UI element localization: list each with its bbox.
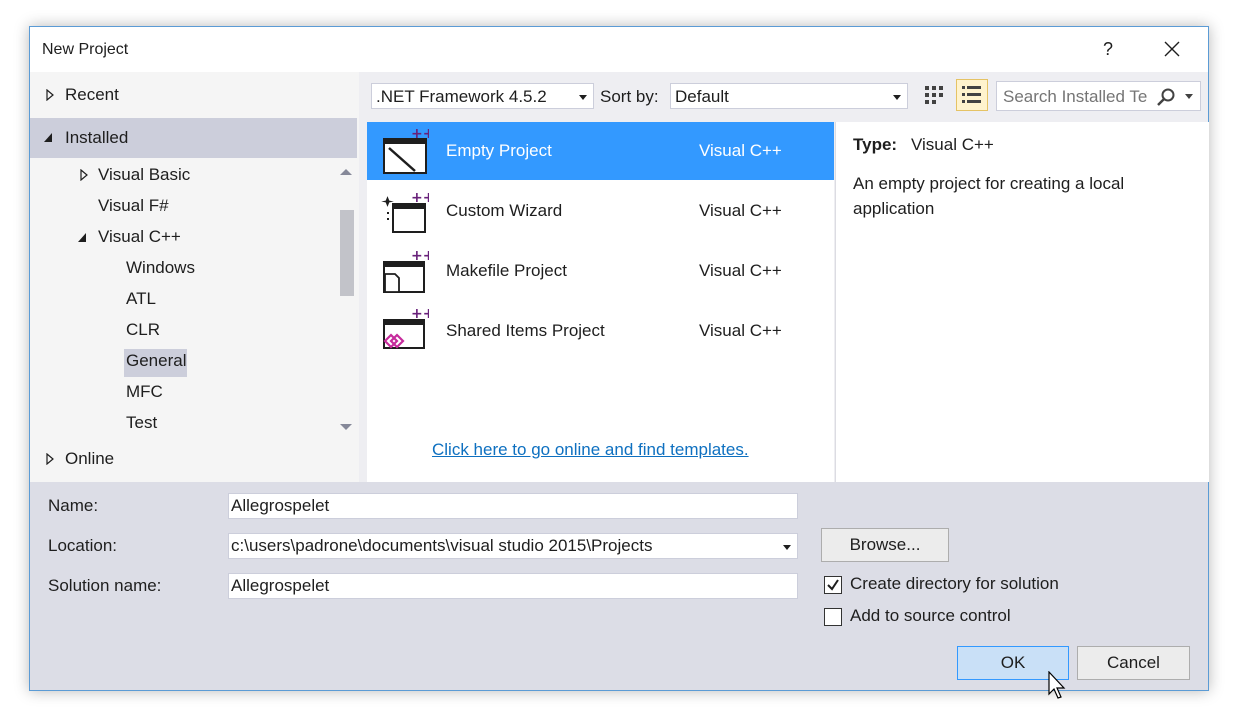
type-value: Visual C++ [911,135,994,154]
description-text: An empty project for creating a local ap… [853,174,1125,218]
custom-wizard-icon: ++ [381,190,429,233]
expand-arrow-icon [80,169,88,181]
tree-item-windows[interactable]: Windows [30,253,330,283]
template-language: Visual C++ [699,261,782,280]
sort-dropdown[interactable]: Default [670,83,908,109]
help-button[interactable]: ? [1096,37,1120,61]
tree-item-label: Online [65,449,115,468]
tree-item-visual-cpp[interactable]: Visual C++ [30,222,330,252]
tree-item-label: Recent [65,85,119,104]
tree-item-label: Test [126,413,158,432]
tree-item-label: CLR [126,320,161,339]
tree-item-online[interactable]: Online [30,444,350,474]
tree-item-clr[interactable]: CLR [30,315,330,345]
template-language: Visual C++ [699,321,782,340]
template-name: Makefile Project [446,261,567,280]
create-directory-checkbox[interactable] [824,576,842,594]
tree-item-label: ATL [126,289,156,308]
location-field[interactable]: c:\users\padrone\documents\visual studio… [228,533,798,559]
online-templates-link[interactable]: Click here to go online and find templat… [432,440,749,460]
framework-dropdown[interactable]: .NET Framework 4.5.2 [371,83,594,109]
collapse-arrow-icon [78,233,86,242]
template-name: Custom Wizard [446,201,563,220]
svg-text:++: ++ [411,308,429,322]
scroll-down-icon[interactable] [340,423,352,431]
tree-item-visual-basic[interactable]: Visual Basic [30,160,330,190]
template-row[interactable]: ++ Custom Wizard Visual C++ [367,182,834,240]
tree-item-mfc[interactable]: MFC [30,377,330,407]
tree-item-label: Visual Basic [98,165,191,184]
scroll-up-icon[interactable] [340,168,352,176]
tree-item-label: General [126,351,187,370]
tree-item-atl[interactable]: ATL [30,284,330,314]
title-bar: New Project ? [30,27,1208,72]
template-name: Shared Items Project [446,321,605,340]
tree-item-label: Installed [65,128,129,147]
solution-name-label: Solution name: [48,576,162,595]
expand-arrow-icon [46,453,54,465]
location-label: Location: [48,536,117,555]
search-input[interactable] [1001,84,1155,110]
type-label: Type: [853,135,898,154]
cancel-button[interactable]: Cancel [1077,646,1190,680]
sort-label: Sort by: [600,87,659,106]
empty-project-icon: ++ [383,128,429,174]
tree-item-installed[interactable]: Installed [30,118,357,158]
tree-item-visual-fsharp[interactable]: Visual F# [30,191,330,221]
shared-items-icon: ++ [383,308,429,349]
expand-arrow-icon [46,89,54,101]
template-list: ++ Empty Project Visual C++ ++ Custom Wi… [367,122,834,482]
location-value: c:\users\padrone\documents\visual studio… [231,536,653,555]
scrollbar-thumb[interactable] [340,210,354,296]
close-icon [1164,41,1180,57]
template-row[interactable]: ++ Makefile Project Visual C++ [367,242,834,300]
tree-scrollbar[interactable] [335,161,355,438]
chevron-down-icon[interactable] [783,545,791,550]
template-name: Empty Project [446,141,552,160]
new-project-dialog: New Project ? Recent Installed Visual Ba… [29,26,1209,699]
tree-item-label: Windows [126,258,195,277]
svg-text:++: ++ [411,128,429,142]
template-language: Visual C++ [699,201,782,220]
template-row[interactable]: ++ Empty Project Visual C++ [367,122,834,180]
tree-item-test[interactable]: Test [30,408,330,438]
source-control-label[interactable]: Add to source control [850,606,1011,626]
small-icons-view-button[interactable] [919,79,951,111]
tree-item-label: MFC [126,382,163,401]
chevron-down-icon [579,95,587,100]
search-icon[interactable] [1155,87,1177,107]
grid-view-icon [925,86,943,104]
tree-item-recent[interactable]: Recent [30,80,350,110]
svg-text:++: ++ [411,190,429,206]
name-label: Name: [48,496,99,515]
tree-item-general[interactable]: General [30,346,330,376]
search-box[interactable] [996,81,1201,111]
list-view-button[interactable] [956,79,988,111]
close-button[interactable] [1158,35,1186,63]
makefile-project-icon: ++ [383,248,429,293]
installed-subtree: Visual Basic Visual F# Visual C++ Window… [30,160,335,438]
collapse-arrow-icon [44,133,52,142]
browse-button[interactable]: Browse... [821,528,949,562]
template-language: Visual C++ [699,141,782,160]
create-directory-label[interactable]: Create directory for solution [850,574,1059,594]
source-control-checkbox[interactable] [824,608,842,626]
checkmark-icon [827,579,839,591]
tree-item-label: Visual F# [98,196,169,215]
tree-item-label: Visual C++ [98,227,181,246]
sort-value: Default [675,87,729,106]
framework-value: .NET Framework 4.5.2 [376,87,547,106]
mouse-cursor-icon [1048,671,1066,699]
chevron-down-icon [893,95,901,100]
svg-text:++: ++ [411,248,429,264]
solution-name-field[interactable]: Allegrospelet [228,573,798,599]
category-tree: Recent Installed Visual Basic Visual F# … [30,72,359,482]
template-description: Type: Visual C++ An empty project for cr… [835,122,1209,482]
project-settings-form: Name: Allegrospelet Location: c:\users\p… [30,482,1208,699]
chevron-down-icon[interactable] [1184,93,1194,100]
template-row[interactable]: ++ Shared Items Project Visual C++ [367,302,834,360]
dialog-title: New Project [42,41,129,58]
list-view-icon [962,86,981,103]
name-field[interactable]: Allegrospelet [228,493,798,519]
